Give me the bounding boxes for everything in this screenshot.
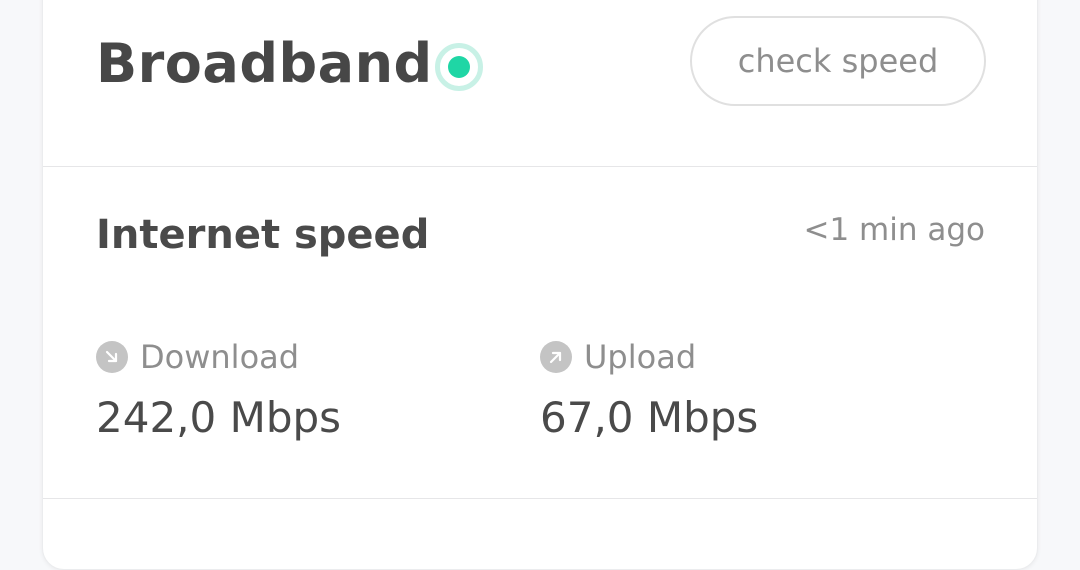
download-label: Download	[140, 338, 300, 376]
status-dot-inner	[448, 56, 470, 78]
check-speed-button[interactable]: check speed	[690, 16, 986, 106]
page-title: Broadband	[96, 32, 433, 95]
download-label-row: Download	[96, 337, 341, 377]
download-metric: Download 242,0 Mbps	[96, 337, 341, 439]
upload-label: Upload	[584, 338, 697, 376]
upload-label-row: Upload	[540, 337, 758, 377]
broadband-card: Broadband check speed Internet speed <1 …	[42, 0, 1038, 570]
internet-speed-section: Internet speed <1 min ago Download 242,0…	[43, 167, 1037, 499]
last-updated-timestamp: <1 min ago	[803, 212, 985, 248]
card-header: Broadband check speed	[43, 1, 1037, 167]
upload-value: 67,0 Mbps	[540, 393, 759, 442]
status-online-icon	[435, 43, 483, 91]
upload-metric: Upload 67,0 Mbps	[540, 337, 758, 439]
arrow-up-right-icon	[540, 341, 572, 373]
download-value: 242,0 Mbps	[96, 393, 342, 442]
arrow-down-right-icon	[96, 341, 128, 373]
section-title: Internet speed	[96, 212, 430, 258]
